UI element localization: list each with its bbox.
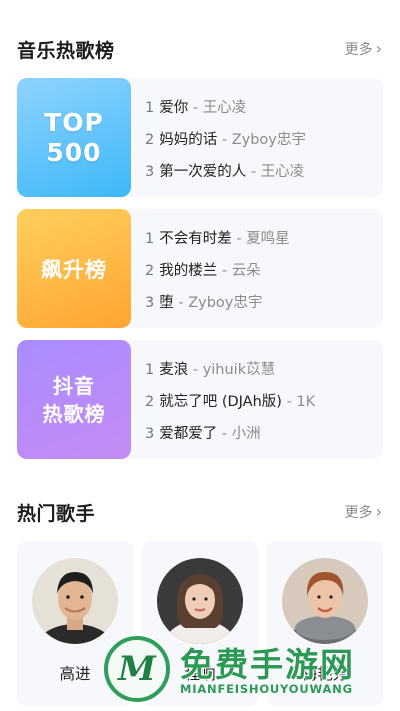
charts-more-link[interactable]: 更多 › [345,39,382,59]
song-rank: 1 [145,362,155,378]
chart-cover-rising[interactable]: 飙升榜 [17,209,131,328]
song-item[interactable]: 2 就忘了吧 (DJAh版) - 1K [145,386,377,418]
cover-line: 飙升榜 [41,257,107,282]
song-artist: 小洲 [231,426,261,442]
song-separator: - [192,100,199,116]
watermark-subtitle: MIANFEISHOUYOUWANG [180,682,353,696]
watermark-title: 免费手游网 [180,645,355,684]
singers-more-label: 更多 [344,505,373,521]
song-rank: 2 [145,394,155,410]
song-rank: 3 [145,295,155,311]
song-title: 我的楼兰 [159,263,218,279]
chart-card-rising[interactable]: 飙升榜 1 不会有时差 - 夏鸣星 2 我的楼兰 - 云朵 3堕 - Zyboy忠宇 [17,209,383,328]
watermark-logo: M [104,636,170,702]
chart-card-top500[interactable]: TOP 500 1 爱你 - 王心凌 2 妈妈的话 - Zyboy忠宇 3 第一次爱的… [17,78,383,197]
song-separator: - [286,394,292,410]
chart-song-list: 1 不会有时差 - 夏鸣星 2 我的楼兰 - 云朵 3堕 - Zyboy忠宇 [145,223,377,319]
chart-card-douyin[interactable]: 抖音 热歌榜 1 麦浪 - yihuik苡慧 2 就忘了吧 (DJAh版) - 1K… [17,340,383,459]
chevron-right-icon: › [375,502,382,521]
song-artist: 1K [296,394,316,410]
song-rank: 1 [145,100,155,116]
song-item[interactable]: 3堕 - Zyboy忠宇 [145,287,377,319]
song-separator: - [221,426,228,442]
song-separator: - [221,132,228,148]
song-rank: 3 [145,164,155,180]
song-item[interactable]: 1 爱你 - 王心凌 [145,92,377,124]
chart-song-list: 1 麦浪 - yihuik苡慧 2 就忘了吧 (DJAh版) - 1K 3 爱都爱了 … [145,354,377,450]
charts-section-header: 音乐热歌榜 更多 › [17,34,382,64]
song-separator: - [221,263,228,279]
song-separator: - [192,362,199,378]
cover-line: 抖音 [53,373,95,398]
song-item[interactable]: 1 不会有时差 - 夏鸣星 [145,223,377,255]
song-artist: 云朵 [231,263,261,279]
chart-cover-top500[interactable]: TOP 500 [17,78,131,197]
cover-line: 500 [46,137,102,167]
song-artist: Zyboy忠宇 [231,132,306,148]
song-title: 第一次爱的人 [159,164,247,180]
chart-cover-douyin[interactable]: 抖音 热歌榜 [17,340,131,459]
site-watermark: M 免费手游网 MIANFEISHOUYOUWANG [96,630,396,708]
cover-line: 热歌榜 [42,401,106,426]
song-item[interactable]: 3 爱都爱了 - 小洲 [145,418,377,450]
song-rank: 2 [145,132,155,148]
chart-song-list: 1 爱你 - 王心凌 2 妈妈的话 - Zyboy忠宇 3 第一次爱的人 - 王心凌 [145,92,377,188]
song-title: 爱你 [159,100,189,116]
chevron-right-icon: › [375,39,382,58]
song-artist: Zyboy忠宇 [188,295,263,311]
song-item[interactable]: 2 妈妈的话 - Zyboy忠宇 [145,124,377,156]
song-title: 爱都爱了 [159,426,218,442]
singers-section-header: 热门歌手 更多 › [17,497,382,527]
charts-section-title: 音乐热歌榜 [17,39,115,62]
song-title: 妈妈的话 [159,132,218,148]
song-artist: 王心凌 [202,100,247,116]
song-title: 就忘了吧 (DJAh版) [159,394,282,410]
song-title: 堕 [159,295,174,311]
song-rank: 1 [145,231,155,247]
song-item[interactable]: 3 第一次爱的人 - 王心凌 [145,156,377,188]
song-separator: - [236,231,242,247]
song-rank: 3 [145,426,155,442]
song-artist: 王心凌 [260,164,305,180]
song-item[interactable]: 1 麦浪 - yihuik苡慧 [145,354,377,386]
singers-more-link[interactable]: 更多 › [345,502,382,522]
song-item[interactable]: 2 我的楼兰 - 云朵 [145,255,377,287]
singers-section-title: 热门歌手 [17,502,96,525]
song-artist: 夏鸣星 [246,231,290,247]
cover-line: TOP [44,107,104,137]
song-separator: - [250,164,257,180]
song-separator: - [178,295,184,311]
song-title: 不会有时差 [159,231,232,247]
song-artist: yihuik苡慧 [202,362,276,378]
watermark-logo-letter: M [118,649,156,689]
charts-more-label: 更多 [344,42,373,58]
song-title: 麦浪 [159,362,189,378]
song-rank: 2 [145,263,155,279]
